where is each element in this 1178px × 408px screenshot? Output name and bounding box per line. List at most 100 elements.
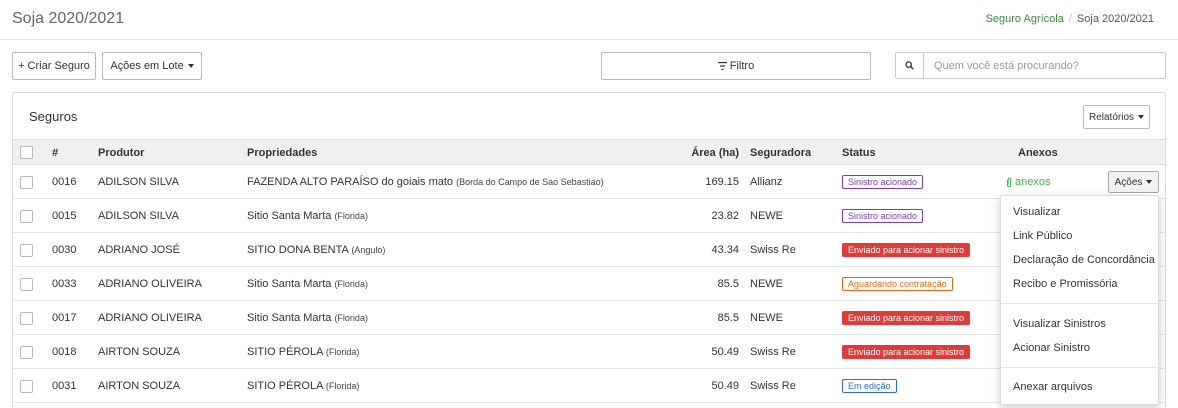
menu-divider (1001, 303, 1158, 304)
row-id: 0031 (52, 380, 77, 392)
breadcrumb: Seguro Agrícola / Soja 2020/2021 (986, 13, 1154, 25)
row-property: Sitio Santa Marta (Florida) (247, 278, 368, 290)
row-insurer: Swiss Re (750, 244, 796, 256)
row-checkbox[interactable] (20, 244, 33, 257)
row-property-location: (Florida) (334, 279, 368, 289)
row-checkbox[interactable] (20, 278, 33, 291)
menu-item-acionar-sinistro[interactable]: Acionar Sinistro (1013, 342, 1090, 354)
menu-item-recibo-promissoria[interactable]: Recibo e Promissória (1013, 278, 1118, 290)
paperclip-icon (1007, 177, 1011, 187)
row-insurer: NEWE (750, 278, 783, 290)
row-checkbox[interactable] (20, 176, 33, 189)
row-property-name: SITIO DONA BENTA (247, 244, 349, 256)
status-badge: Em edição (842, 379, 897, 393)
row-insurer: NEWE (750, 312, 783, 324)
filter-label: Filtro (729, 60, 755, 72)
row-property-location: (Angulo) (351, 245, 386, 255)
status-badge: Sinistro acionado (842, 175, 924, 189)
status-badge: Enviado para acionar sinistro (842, 345, 971, 359)
row-checkbox[interactable] (20, 210, 33, 223)
actions-dropdown-menu: Visualizar Link Público Declaração de Co… (1000, 195, 1159, 405)
attachments-label: anexos (1015, 176, 1051, 188)
col-insurer: Seguradora (750, 147, 812, 159)
table-row[interactable]: 0015 ADILSON SILVA Sitio Santa Marta (Fl… (13, 199, 1165, 233)
row-property: FAZENDA ALTO PARAÍSO do goiais mato (Bor… (247, 176, 604, 188)
row-insurer: Swiss Re (750, 380, 796, 392)
row-producer: ADRIANO OLIVEIRA (98, 278, 202, 290)
status-badge: Aguardando contratação (842, 277, 953, 291)
row-area: 50.49 (711, 380, 739, 392)
row-property-name: Sitio Santa Marta (247, 312, 332, 324)
row-id: 0018 (52, 346, 77, 358)
row-area: 85.5 (717, 312, 739, 324)
search-input[interactable] (923, 52, 1166, 79)
row-property: SITIO PÉROLA (Florida) (247, 346, 359, 358)
search-button[interactable] (895, 52, 923, 79)
table-row[interactable]: 0031 AIRTON SOUZA SITIO PÉROLA (Florida)… (13, 369, 1165, 403)
create-insurance-label: + Criar Seguro (18, 60, 90, 72)
row-property-name: SITIO PÉROLA (247, 346, 323, 358)
row-area: 43.34 (711, 244, 739, 256)
row-property: SITIO DONA BENTA (Angulo) (247, 244, 385, 256)
row-producer: ADRIANO OLIVEIRA (98, 312, 202, 324)
filter-button[interactable]: Filtro (601, 52, 871, 80)
col-area: Área (ha) (691, 147, 739, 159)
breadcrumb-link-seguro-agricola[interactable]: Seguro Agrícola (986, 13, 1064, 25)
row-actions-button[interactable]: Ações (1108, 171, 1159, 193)
attachments-link[interactable]: anexos (1006, 176, 1050, 188)
reports-button[interactable]: Relatórios (1083, 105, 1150, 129)
table-row[interactable]: 0033 ADRIANO OLIVEIRA Sitio Santa Marta … (13, 267, 1165, 301)
create-insurance-button[interactable]: + Criar Seguro (12, 52, 96, 80)
row-producer: ADILSON SILVA (98, 176, 179, 188)
table-row[interactable]: 0030 ADRIANO JOSÉ SITIO DONA BENTA (Angu… (13, 233, 1165, 267)
row-id: 0033 (52, 278, 77, 290)
col-status: Status (842, 147, 876, 159)
row-insurer: NEWE (750, 210, 783, 222)
menu-item-visualizar-sinistros[interactable]: Visualizar Sinistros (1013, 318, 1106, 330)
row-id: 0015 (52, 210, 77, 222)
table-row[interactable]: 0016 ADILSON SILVA FAZENDA ALTO PARAÍSO … (13, 165, 1165, 199)
row-property-name: SITIO PÉROLA (247, 380, 323, 392)
caret-down-icon (1138, 115, 1145, 119)
menu-item-declaracao-concordancia[interactable]: Declaração de Concordância (1013, 254, 1155, 266)
table-header: # Produtor Propriedades Área (ha) Segura… (13, 139, 1165, 165)
panel-title: Seguros (29, 109, 78, 124)
row-property-name: Sitio Santa Marta (247, 278, 332, 290)
col-id: # (52, 147, 59, 159)
table-row[interactable]: 0018 AIRTON SOUZA SITIO PÉROLA (Florida)… (13, 335, 1165, 369)
row-property: Sitio Santa Marta (Florida) (247, 312, 368, 324)
table-row[interactable]: 0017 ADRIANO OLIVEIRA Sitio Santa Marta … (13, 301, 1165, 335)
menu-item-anexar-arquivos[interactable]: Anexar arquivos (1013, 381, 1093, 393)
breadcrumb-separator: / (1068, 13, 1072, 25)
row-area: 169.15 (705, 176, 739, 188)
row-property-location: (Florida) (325, 381, 360, 391)
status-badge: Enviado para acionar sinistro (842, 311, 971, 325)
select-all-checkbox[interactable] (20, 146, 33, 159)
row-area: 85.5 (717, 278, 739, 290)
row-producer: AIRTON SOUZA (98, 380, 181, 392)
caret-down-icon (1146, 180, 1153, 184)
row-property-name: FAZENDA ALTO PARAÍSO do goiais mato (247, 176, 454, 188)
row-producer: AIRTON SOUZA (98, 346, 181, 358)
row-producer: ADRIANO JOSÉ (98, 244, 180, 256)
col-attachments: Anexos (1018, 147, 1058, 159)
row-checkbox[interactable] (20, 346, 33, 359)
row-insurer: Allianz (750, 176, 783, 188)
menu-item-link-publico[interactable]: Link Público (1013, 230, 1072, 242)
top-bar: Soja 2020/2021 Seguro Agrícola / Soja 2020… (0, 0, 1178, 40)
filter-icon (717, 62, 727, 70)
reports-label: Relatórios (1088, 111, 1135, 123)
row-property-location: (Florida) (334, 211, 368, 221)
col-properties: Propriedades (247, 147, 318, 159)
row-property-location: (Florida) (325, 347, 360, 357)
row-insurer: Swiss Re (750, 346, 796, 358)
page-title: Soja 2020/2021 (12, 10, 125, 27)
row-checkbox[interactable] (20, 380, 33, 393)
row-checkbox[interactable] (20, 312, 33, 325)
bulk-actions-button[interactable]: Ações em Lote (102, 52, 202, 80)
row-id: 0030 (52, 244, 77, 256)
caret-down-icon (187, 64, 194, 68)
menu-item-visualizar[interactable]: Visualizar (1013, 206, 1061, 218)
menu-divider (1001, 367, 1158, 368)
row-property: SITIO PÉROLA (Florida) (247, 380, 359, 392)
